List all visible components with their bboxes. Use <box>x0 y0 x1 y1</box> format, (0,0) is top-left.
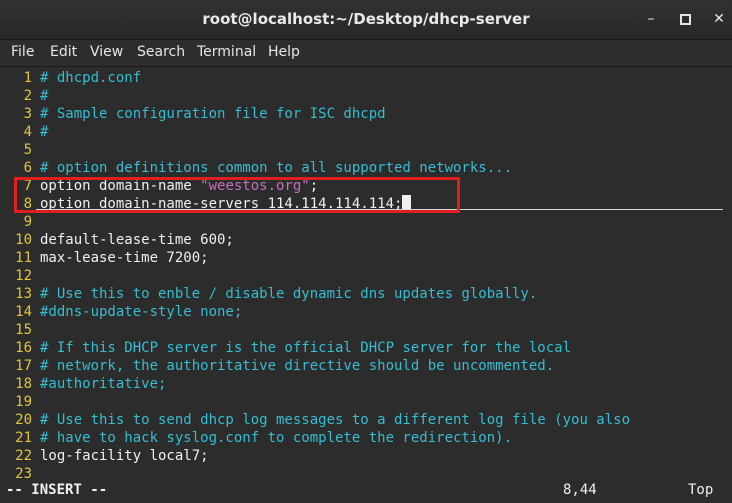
code-text: log-facility local7; <box>40 448 209 464</box>
close-button[interactable]: ✕ <box>708 8 730 30</box>
code-text: max-lease-time 7200; <box>40 250 209 266</box>
window-title: root@localhost:~/Desktop/dhcp-server <box>202 10 530 28</box>
line-text: #authoritative; <box>40 376 166 392</box>
line-number: 1 <box>23 70 32 86</box>
line-text: # option definitions common to all suppo… <box>40 160 512 176</box>
line-number: 11 <box>15 250 32 266</box>
line-text: # dhcpd.conf <box>40 70 141 86</box>
line-text: # If this DHCP server is the official DH… <box>40 340 571 356</box>
line-number: 16 <box>15 340 32 356</box>
title-bar[interactable]: root@localhost:~/Desktop/dhcp-server – ✕ <box>0 0 732 40</box>
highlight-annotation-box <box>14 177 460 213</box>
line-number: 22 <box>15 448 32 464</box>
editor-line: 22 log-facility local7; <box>0 447 209 465</box>
close-icon: ✕ <box>713 11 725 27</box>
scroll-indicator: Top <box>688 482 714 498</box>
line-text: # Sample configuration file for ISC dhcp… <box>40 106 386 122</box>
line-text: # have to hack syslog.conf to complete t… <box>40 430 512 446</box>
line-text: # Use this to enble / disable dynamic dn… <box>40 286 537 302</box>
editor-line: 10 default-lease-time 600; <box>0 231 234 249</box>
editor-line: 21 # have to hack syslog.conf to complete… <box>0 429 512 447</box>
minimize-button[interactable]: – <box>640 8 662 30</box>
line-text: # Use this to send dhcp log messages to … <box>40 412 630 428</box>
line-number: 3 <box>23 106 32 122</box>
maximize-button[interactable] <box>674 8 696 30</box>
line-number: 6 <box>23 160 32 176</box>
line-text: # <box>40 124 48 140</box>
editor-line: 2 # <box>0 87 49 105</box>
cursor-position: 8,44 <box>563 482 597 498</box>
line-number: 20 <box>15 412 32 428</box>
menu-edit[interactable]: Edit <box>50 44 77 60</box>
editor-line: 4 # <box>0 123 49 141</box>
comment-text: # <box>40 88 49 104</box>
line-number: 21 <box>15 430 32 446</box>
minimize-icon: – <box>647 11 655 27</box>
line-number: 9 <box>23 214 32 230</box>
code-text: default-lease-time 600; <box>40 232 234 248</box>
line-text: log-facility local7; <box>40 448 209 464</box>
line-text: max-lease-time 7200; <box>40 250 209 266</box>
editor-line: 13 # Use this to enble / disable dynamic … <box>0 285 537 303</box>
comment-text: # dhcpd.conf <box>40 70 142 86</box>
comment-text: # have to hack syslog.conf to complete t… <box>40 430 513 446</box>
comment-text: # Sample configuration file for ISC dhcp… <box>40 106 386 122</box>
menu-bar: File Edit View Search Terminal Help <box>0 40 732 67</box>
editor-line: 18 #authoritative; <box>0 375 166 393</box>
menu-file[interactable]: File <box>11 44 34 60</box>
editor-line: 11 max-lease-time 7200; <box>0 249 209 267</box>
editor-line: 17 # network, the authoritative directive… <box>0 357 554 375</box>
comment-text: #ddns-update-style none; <box>40 304 243 320</box>
editor-line: 5 <box>0 141 40 159</box>
terminal-window: root@localhost:~/Desktop/dhcp-server – ✕… <box>0 0 732 503</box>
editor-line: 20 # Use this to send dhcp log messages t… <box>0 411 630 429</box>
editor-line: 14 #ddns-update-style none; <box>0 303 242 321</box>
comment-text: # network, the authoritative directive s… <box>40 358 555 374</box>
line-text: default-lease-time 600; <box>40 232 234 248</box>
editor-line: 16 # If this DHCP server is the official … <box>0 339 571 357</box>
line-number: 19 <box>15 394 32 410</box>
line-text: #ddns-update-style none; <box>40 304 242 320</box>
editor-line: 6 # option definitions common to all supp… <box>0 159 512 177</box>
comment-text: # If this DHCP server is the official DH… <box>40 340 572 356</box>
line-text: # network, the authoritative directive s… <box>40 358 554 374</box>
menu-help[interactable]: Help <box>268 44 300 60</box>
line-number: 14 <box>15 304 32 320</box>
editor-line: 15 <box>0 321 40 339</box>
line-text: # <box>40 88 48 104</box>
menu-view[interactable]: View <box>90 44 123 60</box>
comment-text: # option definitions common to all suppo… <box>40 160 513 176</box>
editor-line: 12 <box>0 267 40 285</box>
comment-text: # Use this to enble / disable dynamic dn… <box>40 286 538 302</box>
terminal-content[interactable]: 1 # dhcpd.conf 2 #3 # Sample configuration f… <box>0 67 732 503</box>
line-number: 2 <box>23 88 32 104</box>
editor-line: 3 # Sample configuration file for ISC dhc… <box>0 105 386 123</box>
comment-text: #authoritative; <box>40 376 167 392</box>
line-number: 13 <box>15 286 32 302</box>
editor-line: 19 <box>0 393 40 411</box>
line-number: 5 <box>23 142 32 158</box>
editor-line: 9 <box>0 213 40 231</box>
maximize-icon <box>679 14 691 25</box>
editor-line: 1 # dhcpd.conf <box>0 69 142 87</box>
mode-indicator: -- INSERT -- <box>6 482 108 498</box>
line-number: 4 <box>23 124 32 140</box>
menu-search[interactable]: Search <box>137 44 185 60</box>
line-number: 18 <box>15 376 32 392</box>
line-number: 10 <box>15 232 32 248</box>
comment-text: # <box>40 124 49 140</box>
menu-terminal[interactable]: Terminal <box>197 44 256 60</box>
vim-status-bar: -- INSERT -- 8,44 Top <box>0 480 732 500</box>
comment-text: # Use this to send dhcp log messages to … <box>40 412 631 428</box>
line-number: 12 <box>15 268 32 284</box>
line-number: 15 <box>15 322 32 338</box>
line-number: 17 <box>15 358 32 374</box>
